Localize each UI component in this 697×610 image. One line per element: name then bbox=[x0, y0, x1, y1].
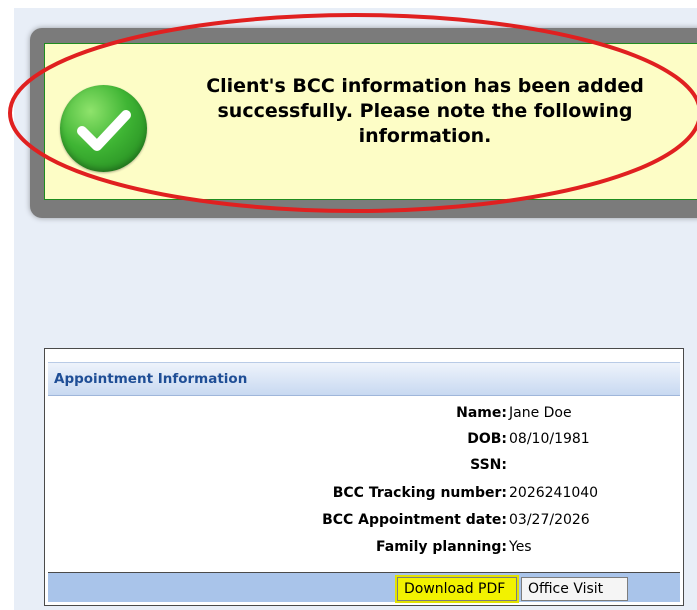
action-button-bar: Download PDF Office Visit bbox=[48, 572, 680, 603]
info-row-tracking-number: BCC Tracking number: 2026241040 bbox=[45, 485, 685, 507]
appointment-info-header: Appointment Information bbox=[48, 362, 680, 396]
family-planning-label: Family planning: bbox=[376, 539, 507, 555]
name-label: Name: bbox=[456, 405, 507, 421]
checkmark-success-icon bbox=[60, 85, 147, 172]
left-strip bbox=[0, 0, 14, 610]
info-row-appointment-date: BCC Appointment date: 03/27/2026 bbox=[45, 512, 685, 534]
appointment-info-title: Appointment Information bbox=[54, 371, 248, 387]
name-value: Jane Doe bbox=[509, 405, 572, 421]
tracking-number-value: 2026241040 bbox=[509, 485, 599, 501]
success-message-text: Client's BCC information has been added … bbox=[206, 75, 644, 147]
dob-label: DOB: bbox=[467, 431, 507, 447]
family-planning-value: Yes bbox=[509, 539, 532, 555]
info-row-family-planning: Family planning: Yes bbox=[45, 539, 685, 561]
top-strip bbox=[0, 0, 697, 8]
tracking-number-label: BCC Tracking number: bbox=[332, 485, 507, 501]
info-row-ssn: SSN: bbox=[45, 457, 685, 479]
info-row-dob: DOB: 08/10/1981 bbox=[45, 431, 685, 453]
appointment-date-label: BCC Appointment date: bbox=[322, 512, 507, 528]
ssn-label: SSN: bbox=[470, 457, 507, 473]
appointment-date-value: 03/27/2026 bbox=[509, 512, 590, 528]
dob-value: 08/10/1981 bbox=[509, 431, 590, 447]
info-row-name: Name: Jane Doe bbox=[45, 405, 685, 427]
office-visit-button[interactable]: Office Visit bbox=[521, 577, 628, 601]
download-pdf-button[interactable]: Download PDF bbox=[395, 575, 519, 603]
appointment-info-box: Appointment Information Name: Jane Doe D… bbox=[44, 348, 684, 606]
